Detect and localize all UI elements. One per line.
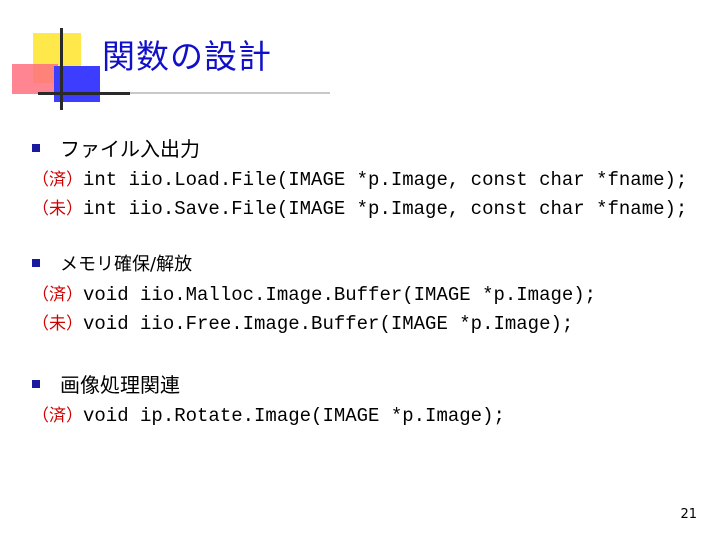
code-line: （済）void ip.Rotate.Image(IMAGE *p.Image); xyxy=(32,401,505,427)
status-tag: （済） xyxy=(32,285,83,305)
function-signature: void iio.Free.Image.Buffer(IMAGE *p.Imag… xyxy=(83,313,574,335)
function-signature: int iio.Save.File(IMAGE *p.Image, const … xyxy=(83,198,688,220)
slide-title: 関数の設計 xyxy=(102,37,272,76)
section-file-io: ファイル入出力 xyxy=(32,133,200,162)
function-signature: int iio.Load.File(IMAGE *p.Image, const … xyxy=(83,169,688,191)
bullet-square-icon xyxy=(32,379,40,388)
code-line: （未）void iio.Free.Image.Buffer(IMAGE *p.I… xyxy=(32,309,573,335)
code-line: （未）int iio.Save.File(IMAGE *p.Image, con… xyxy=(32,194,687,220)
status-tag: （済） xyxy=(32,170,83,190)
function-signature: void ip.Rotate.Image(IMAGE *p.Image); xyxy=(83,405,505,427)
bullet-square-icon xyxy=(32,143,40,152)
section-heading: ファイル入出力 xyxy=(60,137,200,161)
status-tag: （未） xyxy=(32,314,83,334)
page-number: 21 xyxy=(680,507,697,522)
decor-title-underline xyxy=(100,92,330,94)
status-tag: （未） xyxy=(32,199,83,219)
section-image-processing: 画像処理関連 xyxy=(32,369,180,398)
section-heading: 画像処理関連 xyxy=(60,373,180,397)
decor-red-square xyxy=(12,64,58,94)
code-line: （済）void iio.Malloc.Image.Buffer(IMAGE *p… xyxy=(32,280,596,306)
section-memory: メモリ確保/解放 xyxy=(32,250,192,276)
decor-vertical-line xyxy=(60,28,63,110)
code-line: （済）int iio.Load.File(IMAGE *p.Image, con… xyxy=(32,165,687,191)
section-heading: メモリ確保/解放 xyxy=(60,254,193,275)
decor-horizontal-line xyxy=(38,92,130,95)
status-tag: （済） xyxy=(32,406,83,426)
bullet-square-icon xyxy=(32,259,40,267)
function-signature: void iio.Malloc.Image.Buffer(IMAGE *p.Im… xyxy=(83,284,597,306)
